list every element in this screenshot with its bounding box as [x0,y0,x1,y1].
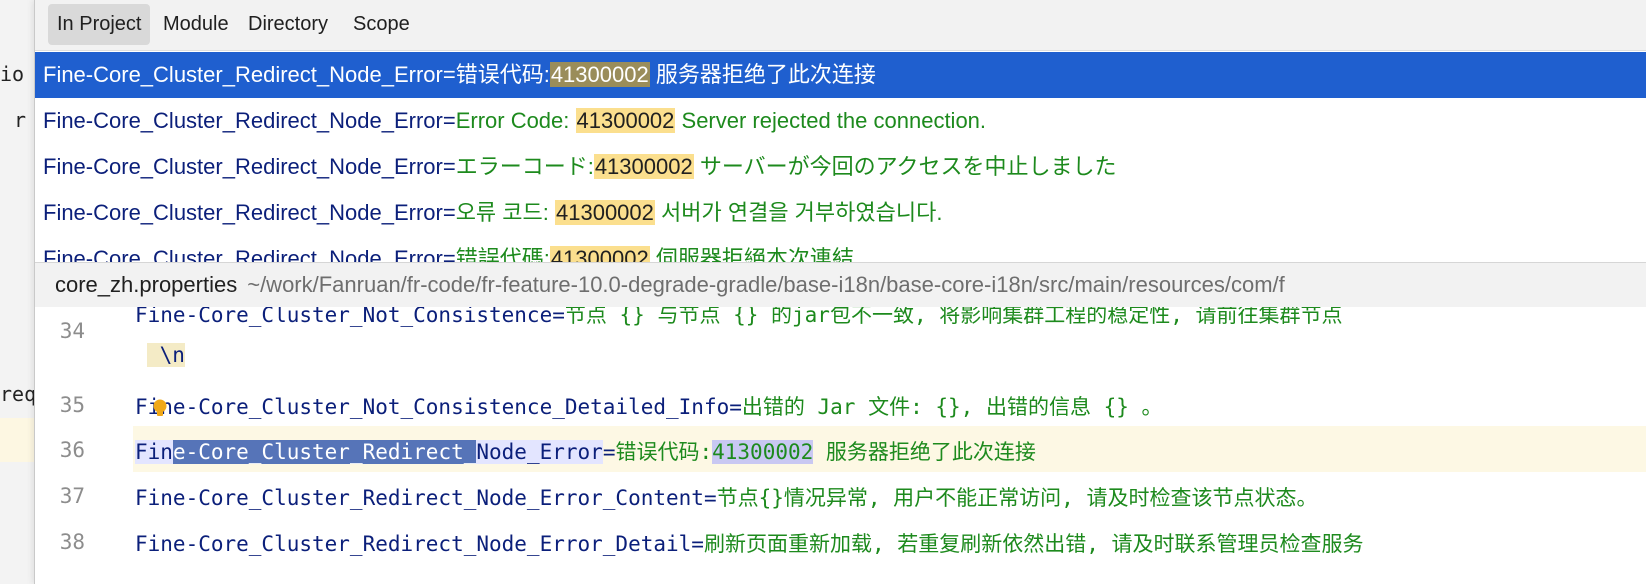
file-path: ~/work/Fanruan/fr-code/fr-feature-10.0-d… [247,272,1285,297]
find-in-files-popup: In Project Module Directory Scope Fine-C… [34,0,1646,584]
result-key: Fine-Core_Cluster_Redirect_Node_Error= [43,62,456,87]
result-match: 41300002 [549,62,650,87]
result-value-suffix: 서버가 연결을 거부하였습니다. [654,200,943,225]
tab-in-project[interactable]: In Project [48,4,151,45]
result-value-prefix: 错误代码: [455,62,550,87]
result-value-suffix: 服务器拒绝了此次连接 [649,62,876,87]
code-key: Fine-Core_Cluster_Not_Consistence_Detail… [135,395,742,419]
code-preview[interactable]: 34 Fine-Core_Cluster_Not_Consistence=节点 … [35,307,1646,584]
background-text: io [0,62,25,86]
code-key: Fine-Core_Cluster_Not_Consistence= [135,307,565,327]
code-match: 41300002 [712,440,814,464]
code-key-end: Node_Error [476,440,603,464]
line-number: 37 [59,484,85,508]
result-row[interactable]: Fine-Core_Cluster_Redirect_Node_Error=오류… [35,190,1646,236]
file-name: core_zh.properties [55,272,238,297]
file-path-bar: core_zh.properties ~/work/Fanruan/fr-code… [35,262,1646,308]
code-equals: = [602,440,616,464]
code-value: 节点{}情况异常, 用户不能正常访问, 请及时检查该节点状态。 [716,486,1318,510]
code-value-suffix: 服务器拒绝了此次连接 [813,440,1049,464]
result-key: Fine-Core_Cluster_Redirect_Node_Error= [43,154,456,179]
tab-directory[interactable]: Directory [239,4,337,45]
code-line-35: Fine-Core_Cluster_Not_Consistence_Detail… [135,391,1163,421]
result-value-suffix: サーバーが今回のアクセスを中止しました [693,154,1117,179]
result-row-selected[interactable]: Fine-Core_Cluster_Redirect_Node_Error=错误… [35,52,1646,98]
lightbulb-icon[interactable] [152,399,168,417]
line-number: 36 [59,438,85,462]
background-text: req [0,382,37,406]
result-key: Fine-Core_Cluster_Redirect_Node_Error= [43,246,456,262]
code-line-37: Fine-Core_Cluster_Redirect_Node_Error_Co… [135,482,1317,512]
background-current-line [0,418,34,462]
code-key: Fine-Core_Cluster_Redirect_Node_Error_De… [135,532,704,556]
code-line-34-wrap: \n [147,343,185,367]
result-row[interactable]: Fine-Core_Cluster_Redirect_Node_Error=Er… [35,98,1646,144]
result-value-prefix: 오류 코드: [455,200,555,225]
code-value: 节点 {} 与节点 {} 的jar包不一致, 将影响集群工程的稳定性, 请前往集… [564,307,1343,327]
code-line-36: Fine-Core_Cluster_Redirect_Node_Error=错误… [135,436,1049,466]
code-key-start: Fin [135,440,173,464]
result-match: 41300002 [549,246,650,262]
result-value-prefix: 错誤代碼: [455,246,550,262]
result-key: Fine-Core_Cluster_Redirect_Node_Error= [43,200,456,225]
background-text: r [14,108,27,132]
code-key: Fine-Core_Cluster_Redirect_Node_Error_Co… [135,486,717,510]
result-key: Fine-Core_Cluster_Redirect_Node_Error= [43,108,456,133]
result-row[interactable]: Fine-Core_Cluster_Redirect_Node_Error=エラ… [35,144,1646,190]
line-number: 35 [59,393,85,417]
search-results-list: Fine-Core_Cluster_Redirect_Node_Error=错误… [35,52,1646,262]
text-selection: e-Core_Cluster_Redirect_ [172,440,477,464]
result-match: 41300002 [593,154,694,179]
code-line-38: Fine-Core_Cluster_Redirect_Node_Error_De… [135,528,1364,558]
result-value-suffix: 伺服器拒絕本次連結 [649,246,854,262]
result-match: 41300002 [575,108,676,133]
soft-wrap-continuation: \n [147,343,185,367]
code-value: 刷新页面重新加载, 若重复刷新依然出错, 请及时联系管理员检查服务 [703,532,1364,556]
result-row[interactable]: Fine-Core_Cluster_Redirect_Node_Error=错誤… [35,236,1646,262]
tab-scope[interactable]: Scope [344,4,419,45]
result-match: 41300002 [555,200,655,225]
code-value: 出错的 Jar 文件: {}, 出错的信息 {} 。 [741,395,1163,419]
result-value-prefix: Error Code: [455,108,576,133]
code-line-34: Fine-Core_Cluster_Not_Consistence=节点 {} … [135,307,1343,329]
scope-tab-bar: In Project Module Directory Scope [35,0,1646,51]
line-number: 38 [59,530,85,554]
result-value-prefix: エラーコード: [455,154,594,179]
result-value-suffix: Server rejected the connection. [675,108,987,133]
tab-module[interactable]: Module [154,4,238,45]
code-value-prefix: 错误代码: [615,440,713,464]
line-number: 34 [59,319,85,343]
